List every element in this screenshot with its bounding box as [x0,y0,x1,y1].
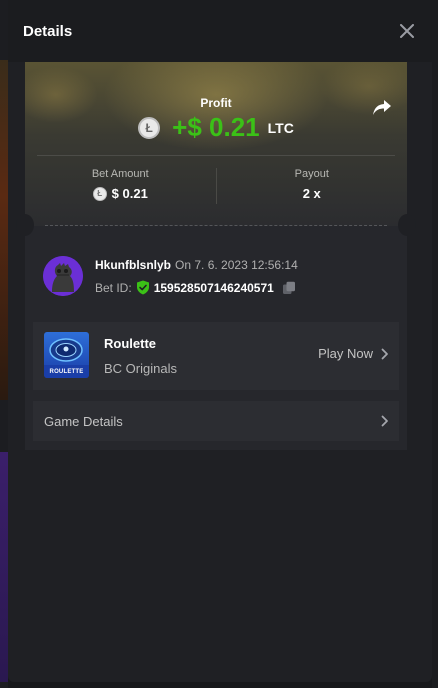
profit-row: Ł +$ 0.21 LTC [25,112,407,143]
bet-stats: Bet Amount Ł $ 0.21 Payout 2 x [25,162,407,212]
background-page-edge [0,0,8,688]
payout-label: Payout [294,168,329,180]
play-now-label: Play Now [318,346,373,361]
background-page-edge-right [432,0,438,688]
bet-amount-value: $ 0.21 [111,186,148,201]
modal-header: Details [8,0,432,62]
game-thumbnail-label: ROULETTE [49,369,84,375]
litecoin-icon: Ł [92,186,107,201]
profit-label: Profit [200,96,232,110]
avatar[interactable] [43,256,83,296]
bet-amount-value-row: Ł $ 0.21 [25,186,216,201]
bet-details-modal: Details Profit Ł +$ 0.21 LTC Bet Amount … [8,0,432,682]
close-icon[interactable] [398,22,416,40]
profit-banner: Profit Ł +$ 0.21 LTC Bet Amount Ł $ 0.21 [25,62,407,226]
bet-date: On 7. 6. 2023 12:56:14 [175,258,298,272]
username[interactable]: Hkunfblsnlyb [95,258,171,272]
bet-user-row: Hkunfblsnlyb On 7. 6. 2023 12:56:14 Bet I… [43,252,389,300]
ticket-notch-right [398,214,416,236]
payout-value: 2 x [302,186,321,201]
game-details-button[interactable]: Game Details [33,401,399,441]
dashed-divider [45,225,387,226]
chevron-right-icon [381,415,388,427]
profit-currency: LTC [267,119,294,136]
shield-check-icon [136,280,149,295]
profit-value: +$ 0.21 [172,112,260,142]
bet-card: Profit Ł +$ 0.21 LTC Bet Amount Ł $ 0.21 [16,62,416,450]
litecoin-icon: Ł [138,116,161,139]
bet-id-row: Bet ID: 159528507146240571 [95,280,296,295]
bet-amount-label: Bet Amount [91,168,149,180]
bet-amount-stat: Bet Amount Ł $ 0.21 [25,162,216,212]
copy-icon[interactable] [282,281,296,295]
modal-title: Details [23,22,73,40]
ticket-notch-left [16,214,34,236]
bet-id-label: Bet ID: [95,280,132,295]
payout-stat: Payout 2 x [217,162,408,212]
share-icon[interactable] [371,98,393,118]
background-banner-purple [0,452,8,682]
background-banner [0,60,8,400]
play-now-button[interactable]: Play Now [318,346,389,361]
bet-user-line: Hkunfblsnlyb On 7. 6. 2023 12:56:14 [95,258,298,272]
game-thumbnail[interactable]: ROULETTE [44,332,89,378]
bet-id-value: 159528507146240571 [153,280,274,295]
divider [37,155,395,156]
game-provider: BC Originals [104,361,177,376]
game-details-label: Game Details [44,413,123,429]
game-row[interactable]: ROULETTE Roulette BC Originals Play Now [33,322,399,390]
chevron-right-icon [381,348,388,359]
game-name: Roulette [104,336,156,351]
